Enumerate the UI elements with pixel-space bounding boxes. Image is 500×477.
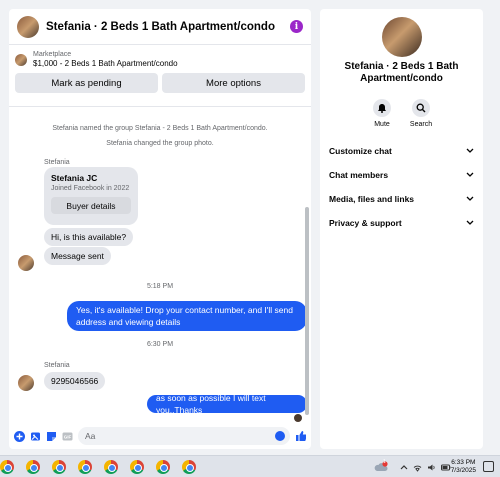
group-avatar[interactable]	[17, 15, 39, 38]
conversation-name: Stefania · 2 Beds 1 Bath Apartment/condo	[344, 61, 459, 84]
like-icon[interactable]	[295, 431, 306, 442]
chevron-down-icon	[466, 148, 474, 153]
message-bubble-incoming[interactable]: 9295046566	[44, 372, 106, 390]
emoji-icon[interactable]	[275, 431, 285, 441]
sender-name: Stefania	[44, 159, 70, 166]
chrome-taskbar-icon[interactable]	[104, 460, 118, 474]
chat-panel: Stefania · 2 Beds 1 Bath Apartment/condo…	[9, 9, 311, 449]
sender-name: Stefania	[44, 362, 70, 369]
clock-time: 6:33 PM	[451, 459, 476, 466]
message-scrollbar[interactable]	[304, 107, 310, 415]
conversation-info-panel: Stefania · 2 Beds 1 Bath Apartment/condo…	[320, 9, 483, 449]
bell-icon	[378, 104, 386, 113]
timestamp: 6:30 PM	[146, 341, 174, 348]
speaker-icon[interactable]	[427, 463, 436, 472]
menu-label: Media, files and links	[329, 194, 415, 204]
weather-widget[interactable]: 1	[374, 456, 388, 477]
chrome-taskbar-icon[interactable]	[52, 460, 66, 474]
chrome-taskbar-icon[interactable]	[78, 460, 92, 474]
gif-icon[interactable]: GIF	[62, 431, 73, 442]
search-label: Search	[409, 121, 433, 128]
menu-label: Customize chat	[329, 146, 392, 156]
info-icon[interactable]: i	[290, 20, 303, 33]
menu-media-files-links[interactable]: Media, files and links	[329, 192, 474, 206]
mute-button[interactable]: Mute	[362, 99, 402, 128]
message-bubble-incoming[interactable]: Hi, is this available?	[44, 228, 134, 246]
chevron-down-icon	[466, 172, 474, 177]
chrome-taskbar-icon[interactable]	[156, 460, 170, 474]
notification-icon[interactable]	[483, 461, 494, 472]
profile-joined: Joined Facebook in 2022	[51, 185, 130, 192]
search-icon	[416, 103, 426, 113]
chrome-taskbar-icon[interactable]	[26, 460, 40, 474]
buyer-details-button[interactable]: Buyer details	[51, 197, 131, 214]
menu-chat-members[interactable]: Chat members	[329, 168, 474, 182]
message-input-placeholder: Aa	[85, 431, 96, 441]
chrome-taskbar-icon[interactable]	[182, 460, 196, 474]
wifi-icon[interactable]	[413, 463, 422, 472]
sender-avatar[interactable]	[18, 375, 34, 391]
weather-badge: 1	[383, 459, 386, 465]
plus-icon[interactable]	[14, 430, 25, 442]
mark-as-pending-button[interactable]: Mark as pending	[15, 73, 158, 93]
marketplace-label: Marketplace	[33, 51, 72, 58]
message-bubble-incoming[interactable]: Message sent	[44, 247, 111, 265]
profile-card: Stefania JC Joined Facebook in 2022 Buye…	[44, 167, 138, 225]
group-photo[interactable]	[382, 17, 422, 57]
message-list: Stefania named the group Stefania - 2 Be…	[9, 106, 311, 423]
battery-icon[interactable]	[441, 463, 451, 472]
chevron-up-icon[interactable]	[400, 464, 408, 470]
message-bubble-outgoing[interactable]: Yes, it's available! Drop your contact n…	[67, 301, 307, 331]
sticker-icon[interactable]	[46, 431, 57, 442]
mute-label: Mute	[374, 121, 390, 128]
message-bubble-outgoing[interactable]: as soon as possible I will text you..Tha…	[147, 393, 307, 415]
taskbar-clock[interactable]: 6:33 PM 7/3/2025	[451, 459, 476, 475]
message-input[interactable]: Aa	[78, 427, 290, 445]
menu-label: Chat members	[329, 170, 389, 180]
system-message: Stefania changed the group photo.	[106, 140, 214, 147]
sender-avatar[interactable]	[18, 255, 34, 271]
chat-title[interactable]: Stefania · 2 Beds 1 Bath Apartment/condo	[46, 21, 290, 33]
scroll-thumb[interactable]	[305, 207, 309, 415]
search-button[interactable]: Search	[401, 99, 441, 128]
system-message: Stefania named the group Stefania - 2 Be…	[52, 125, 268, 132]
more-options-button[interactable]: More options	[162, 73, 305, 93]
profile-name: Stefania JC	[51, 173, 98, 183]
chrome-taskbar-icon[interactable]	[0, 460, 14, 474]
listing-title[interactable]: $1,000 - 2 Beds 1 Bath Apartment/condo	[33, 59, 178, 68]
timestamp: 5:18 PM	[146, 283, 174, 290]
chevron-down-icon	[466, 196, 474, 201]
menu-privacy-support[interactable]: Privacy & support	[329, 216, 474, 230]
chat-header: Stefania · 2 Beds 1 Bath Apartment/condo…	[9, 9, 311, 45]
clock-date: 7/3/2025	[450, 467, 476, 474]
photo-icon[interactable]	[30, 431, 41, 442]
chrome-taskbar-icon[interactable]	[130, 460, 144, 474]
marketplace-banner: Marketplace $1,000 - 2 Beds 1 Bath Apart…	[9, 45, 311, 95]
menu-label: Privacy & support	[329, 218, 402, 228]
svg-text:GIF: GIF	[64, 434, 72, 439]
seen-avatar	[294, 414, 302, 422]
menu-customize-chat[interactable]: Customize chat	[329, 144, 474, 158]
chevron-down-icon	[466, 220, 474, 225]
taskbar: 1 6:33 PM 7/3/2025	[0, 455, 500, 477]
listing-thumbnail[interactable]	[15, 53, 27, 66]
system-tray	[400, 456, 451, 477]
composer: GIF Aa	[9, 423, 311, 449]
